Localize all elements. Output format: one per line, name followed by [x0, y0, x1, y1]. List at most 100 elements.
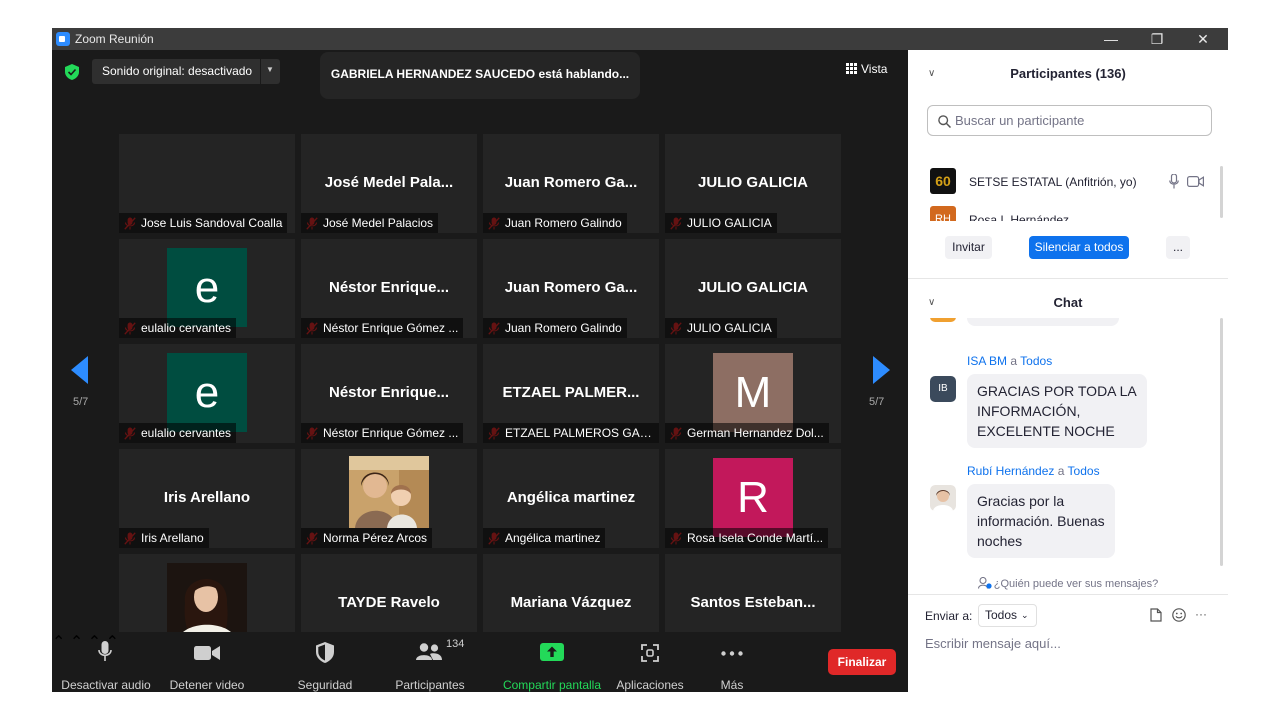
participant-name-label: JULIO GALICIA	[665, 213, 777, 233]
security-button[interactable]: Seguridad	[288, 632, 362, 692]
end-meeting-button[interactable]: Finalizar	[828, 649, 896, 675]
meeting-toolbar: Desactivar audio ⌃ Detener video ⌃ Segur…	[52, 632, 908, 692]
chat-message-bubble: GRACIAS POR TODA LA INFORMACIÓN, EXCELEN…	[967, 374, 1147, 448]
encryption-shield-icon[interactable]	[65, 64, 79, 80]
participant-avatar: e	[167, 353, 247, 432]
chat-sender-name[interactable]: Rubí Hernández	[967, 464, 1054, 478]
video-camera-icon	[194, 646, 220, 660]
share-screen-button[interactable]: Compartir pantalla	[500, 632, 604, 692]
chat-message-header: ISA BM a Todos	[967, 354, 1052, 368]
participant-display-name: Néstor Enrique...	[328, 384, 450, 401]
chat-message-line: EXCELENTE NOCHE	[977, 423, 1115, 439]
next-page-arrow-icon[interactable]	[873, 356, 890, 384]
video-tile[interactable]: Juan Romero Ga... Juan Romero Galindo	[483, 134, 659, 233]
participant-row-host[interactable]: 60 SETSE ESTATAL (Anfitrión, yo)	[928, 168, 1208, 196]
video-tile[interactable]: Jose Luis Sandoval Coalla	[119, 134, 295, 233]
previous-message-avatar	[930, 318, 956, 322]
chat-recipient-name[interactable]: Todos	[1068, 464, 1100, 478]
restore-button[interactable]: ❐	[1134, 28, 1180, 50]
video-tile[interactable]: e eulalio cervantes	[119, 344, 295, 443]
host-avatar: 60	[930, 168, 956, 194]
participant-display-name: Juan Romero Ga...	[504, 279, 638, 296]
chat-sender-name[interactable]: ISA BM	[967, 354, 1007, 368]
participant-avatar: e	[167, 248, 247, 327]
file-icon[interactable]	[1150, 608, 1162, 622]
participant-name-label: Juan Romero Galindo	[483, 318, 627, 338]
recipient-dropdown[interactable]: Todos ⌄	[978, 604, 1037, 627]
participant-camera-icon[interactable]	[1187, 176, 1204, 187]
original-sound-dropdown[interactable]: Sonido original: desactivado ▼	[92, 59, 280, 84]
video-tile[interactable]: R Rosa Isela Conde Martí...	[665, 449, 841, 548]
participants-scrollbar[interactable]	[1220, 166, 1223, 218]
chat-message-bubble: Gracias por la información. Buenas noche…	[967, 484, 1115, 558]
emoji-icon[interactable]	[1172, 608, 1186, 622]
participant-name-label: José Medel Palacios	[301, 213, 439, 233]
participants-panel-title: Participantes (136)	[1010, 66, 1126, 81]
zoom-app-icon	[56, 32, 70, 46]
invite-button[interactable]: Invitar	[945, 236, 992, 259]
more-button[interactable]: Más	[708, 632, 756, 692]
participant-name-label: Rosa Isela Conde Martí...	[665, 528, 829, 548]
participant-display-name: Mariana Vázquez	[510, 594, 632, 611]
chevron-down-icon[interactable]: ▼	[266, 65, 274, 74]
participant-search-input[interactable]: Buscar un participante	[927, 105, 1212, 136]
participant-photo	[349, 456, 429, 535]
video-tile[interactable]: e eulalio cervantes	[119, 239, 295, 338]
mute-audio-button[interactable]: Desactivar audio	[60, 632, 152, 692]
minimize-button[interactable]: —	[1088, 28, 1134, 50]
chat-message-header: Rubí Hernández a Todos	[967, 464, 1100, 478]
mute-all-button[interactable]: Silenciar a todos	[1029, 236, 1129, 259]
window-title: Zoom Reunión	[75, 32, 154, 46]
video-tile[interactable]: Néstor Enrique... Néstor Enrique Gómez ..…	[301, 239, 477, 338]
chat-recipient-name[interactable]: Todos	[1020, 354, 1052, 368]
previous-message-bubble	[967, 318, 1119, 326]
chat-input-divider	[908, 594, 1228, 595]
participant-name-label: Juan Romero Galindo	[483, 213, 627, 233]
chat-avatar-photo	[930, 485, 956, 511]
video-tile[interactable]: José Medel Pala... José Medel Palacios	[301, 134, 477, 233]
view-button[interactable]: Vista	[846, 62, 887, 76]
chevron-down-icon: ⌄	[1021, 610, 1029, 620]
participant-avatar: M	[713, 353, 793, 432]
chat-scrollbar[interactable]	[1220, 318, 1223, 566]
participant-microphone-icon[interactable]	[1169, 174, 1179, 189]
video-tile[interactable]: JULIO GALICIA JULIO GALICIA	[665, 134, 841, 233]
title-bar: Zoom Reunión — ❐ ✕	[52, 28, 1228, 50]
close-button[interactable]: ✕	[1180, 28, 1226, 50]
participants-icon	[416, 643, 442, 660]
who-can-see-messages-link[interactable]: ¿Quién puede ver sus mensajes?	[908, 576, 1228, 590]
video-tile[interactable]: JULIO GALICIA JULIO GALICIA	[665, 239, 841, 338]
search-icon	[938, 115, 951, 128]
participant-row[interactable]: RH Rosa I. Hernández	[928, 206, 1208, 221]
video-tile[interactable]: M German Hernandez Dol...	[665, 344, 841, 443]
chat-connector: a	[1057, 464, 1065, 478]
video-tile[interactable]: Angélica martinez Angélica martinez	[483, 449, 659, 548]
panel-divider	[908, 278, 1228, 279]
chat-more-button[interactable]: ···	[1195, 607, 1207, 621]
video-tile[interactable]: Norma Pérez Arcos	[301, 449, 477, 548]
who-can-see-label: ¿Quién puede ver sus mensajes?	[993, 578, 1159, 590]
participants-more-button[interactable]: ...	[1166, 236, 1190, 259]
user-eye-icon	[977, 576, 992, 589]
participant-name-label: eulalio cervantes	[119, 423, 237, 443]
video-tile[interactable]: Iris Arellano Iris Arellano	[119, 449, 295, 548]
side-panel: ∨ Participantes (136) Buscar un particip…	[908, 50, 1228, 692]
more-dots-icon	[721, 651, 743, 656]
previous-page-arrow-icon[interactable]	[71, 356, 88, 384]
meeting-area: Sonido original: desactivado ▼ GABRIELA …	[52, 50, 908, 692]
apps-button[interactable]: Aplicaciones	[614, 632, 686, 692]
video-tile[interactable]: Néstor Enrique... Néstor Enrique Gómez ..…	[301, 344, 477, 443]
participant-name-label: Norma Pérez Arcos	[301, 528, 433, 548]
chat-message-line: INFORMACIÓN,	[977, 403, 1081, 419]
chat-panel-title: Chat	[1053, 295, 1083, 310]
dropdown-divider	[260, 59, 261, 84]
mute-audio-label: Desactivar audio	[61, 678, 151, 692]
chat-message-input[interactable]: Escribir mensaje aquí...	[925, 636, 1061, 651]
participants-button[interactable]: 134 Participantes	[392, 632, 468, 692]
video-tile[interactable]: ETZAEL PALMER... ETZAEL PALMEROS GAL...	[483, 344, 659, 443]
more-label: Más	[720, 678, 744, 692]
video-tile[interactable]: Juan Romero Ga... Juan Romero Galindo	[483, 239, 659, 338]
microphone-icon	[98, 641, 112, 661]
stop-video-button[interactable]: Detener video	[164, 632, 250, 692]
chat-messages: ISA BM a Todos IB GRACIAS POR TODA LA IN…	[908, 318, 1220, 568]
